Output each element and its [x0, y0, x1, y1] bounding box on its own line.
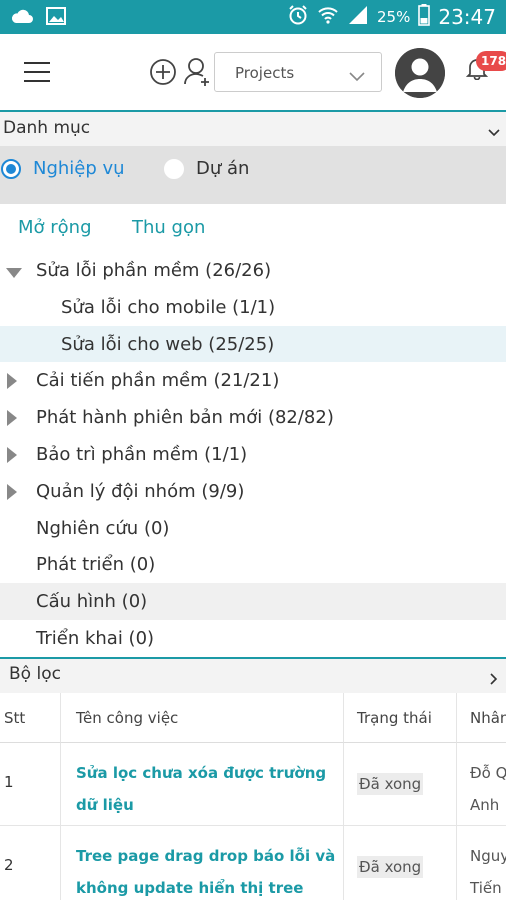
- battery-icon: [418, 4, 431, 30]
- tree-item[interactable]: Phát hành phiên bản mới (82/82): [0, 399, 506, 436]
- cell-stt: 1: [4, 773, 14, 791]
- tree-item[interactable]: Cấu hình (0): [0, 583, 506, 620]
- radio-nghiep-vu[interactable]: Nghiệp vụ: [1, 158, 125, 179]
- tree-item[interactable]: Quản lý đội nhóm (9/9): [0, 473, 506, 510]
- cloud-icon: [10, 6, 34, 30]
- gallery-icon: [46, 6, 66, 30]
- status-badge: Đã xong: [357, 773, 424, 795]
- radio-du-an[interactable]: Dự án: [164, 158, 249, 179]
- column-header-name[interactable]: Tên công việc: [60, 693, 343, 743]
- task-table: Stt Tên công việc Trạng thái Nhân 1 Sửa …: [0, 693, 506, 900]
- tree-item-label: Sửa lỗi cho mobile (1/1): [61, 296, 276, 318]
- tree-item-label: Sửa lỗi cho web (25/25): [61, 333, 275, 355]
- add-icon[interactable]: [149, 58, 177, 90]
- tree-item[interactable]: Sửa lỗi cho mobile (1/1): [0, 289, 506, 326]
- tree-item[interactable]: Cải tiến phần mềm (21/21): [0, 362, 506, 399]
- column-header-label: Trạng thái: [357, 709, 432, 727]
- category-type-radio-group: Nghiệp vụ Dự án: [0, 146, 506, 204]
- column-header-status[interactable]: Trạng thái: [343, 693, 456, 743]
- tree-item[interactable]: Triển khai (0): [0, 620, 506, 657]
- project-select-value: Projects: [235, 64, 295, 82]
- column-header-assignee[interactable]: Nhân: [456, 693, 506, 743]
- tree-item-label: Cấu hình (0): [36, 591, 148, 613]
- radio-selected-icon: [1, 158, 21, 179]
- notification-badge: 178: [476, 51, 506, 71]
- collapse-all-link[interactable]: Thu gọn: [132, 217, 205, 238]
- tree-item-label: Phát triển (0): [36, 554, 156, 576]
- caret-right-icon[interactable]: [6, 483, 18, 505]
- wifi-icon: [317, 4, 339, 30]
- cell-task-name[interactable]: Sửa lọc chưa xóa được trường dữ liệu: [60, 743, 343, 825]
- cell-status: Đã xong: [343, 743, 456, 825]
- column-header-label: Nhân: [470, 709, 506, 727]
- category-title: Danh mục: [3, 118, 91, 138]
- alarm-icon: [287, 4, 309, 30]
- caret-right-icon[interactable]: [6, 373, 18, 394]
- cell-status: Đã xong: [343, 826, 456, 900]
- radio-unselected-icon: [164, 158, 184, 179]
- table-row[interactable]: 1 Sửa lọc chưa xóa được trường dữ liệu Đ…: [0, 743, 506, 826]
- filter-title: Bộ lọc: [9, 664, 61, 684]
- tree-item-label: Phát hành phiên bản mới (82/82): [36, 407, 334, 429]
- expand-all-link[interactable]: Mở rộng: [18, 217, 92, 238]
- battery-percent: 25%: [377, 8, 411, 26]
- signal-icon: [347, 4, 369, 30]
- tree-item-label: Cải tiến phần mềm (21/21): [36, 370, 280, 392]
- cell-stt: 2: [4, 856, 14, 874]
- column-header-label: Tên công việc: [76, 709, 179, 727]
- radio-label: Nghiệp vụ: [33, 158, 125, 179]
- status-bar: 25% 23:47: [0, 0, 506, 34]
- caret-down-icon[interactable]: [6, 263, 22, 284]
- cell-assignee: Đỗ Q Anh: [456, 743, 506, 825]
- app-toolbar: Projects 178: [0, 34, 506, 112]
- avatar[interactable]: [395, 48, 445, 98]
- caret-right-icon[interactable]: [6, 410, 18, 431]
- filter-header[interactable]: Bộ lọc: [0, 657, 506, 693]
- table-row[interactable]: 2 Tree page drag drop báo lỗi và không u…: [0, 826, 506, 900]
- clock: 23:47: [438, 5, 496, 29]
- column-header-label: Stt: [4, 709, 26, 727]
- chevron-right-icon: [490, 670, 498, 690]
- cell-task-name[interactable]: Tree page drag drop báo lỗi và không upd…: [60, 826, 343, 900]
- status-badge: Đã xong: [357, 856, 424, 878]
- tree-item[interactable]: Sửa lỗi phần mềm (26/26): [0, 252, 506, 289]
- tree-item[interactable]: Sửa lỗi cho web (25/25): [0, 325, 506, 363]
- task-link[interactable]: Sửa lọc chưa xóa được trường dữ liệu: [76, 757, 336, 821]
- cell-assignee: Nguy Tiến: [456, 826, 506, 900]
- category-header[interactable]: Danh mục: [0, 112, 506, 146]
- tree-item-label: Bảo trì phần mềm (1/1): [36, 443, 248, 465]
- tree-item[interactable]: Nghiên cứu (0): [0, 510, 506, 547]
- chevron-down-icon: [349, 67, 365, 86]
- column-header-stt[interactable]: Stt: [0, 693, 60, 743]
- task-link[interactable]: Tree page drag drop báo lỗi và không upd…: [76, 840, 336, 900]
- radio-label: Dự án: [196, 158, 250, 179]
- tree-item-label: Nghiên cứu (0): [36, 517, 170, 539]
- tree-item[interactable]: Bảo trì phần mềm (1/1): [0, 436, 506, 473]
- tree-item-label: Triển khai (0): [36, 627, 155, 649]
- tree-item-label: Sửa lỗi phần mềm (26/26): [36, 260, 272, 281]
- category-tree: Sửa lỗi phần mềm (26/26) Sửa lỗi cho mobi…: [0, 252, 506, 657]
- add-user-icon[interactable]: [183, 56, 213, 92]
- tree-actions: Mở rộng Thu gọn: [0, 210, 506, 246]
- tree-item-label: Quản lý đội nhóm (9/9): [36, 480, 245, 502]
- caret-right-icon[interactable]: [6, 446, 18, 468]
- project-select[interactable]: Projects: [214, 52, 382, 92]
- chevron-down-icon: [488, 122, 500, 142]
- tree-item[interactable]: Phát triển (0): [0, 546, 506, 583]
- menu-icon[interactable]: [24, 62, 50, 84]
